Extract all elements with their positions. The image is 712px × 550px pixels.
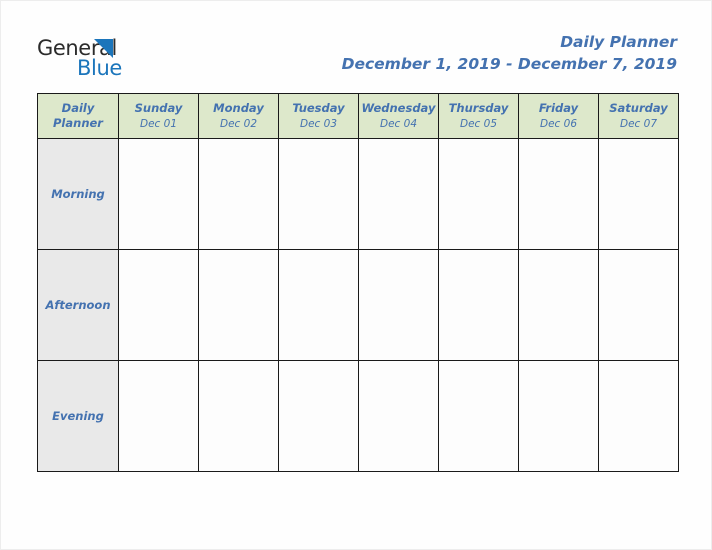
header-day-name: Friday [538,101,579,115]
row-label-evening: Evening [37,360,119,472]
row-label-text: Evening [52,409,104,423]
slot-afternoon-friday[interactable] [518,249,599,361]
header-cell-wednesday: Wednesday Dec 04 [358,93,439,139]
page-title: Daily Planner [560,33,677,51]
row-label-text: Afternoon [45,298,111,312]
daily-planner-table: Daily Planner Sunday Dec 01 Monday Dec 0… [37,93,679,472]
slot-afternoon-tuesday[interactable] [278,249,359,361]
slot-morning-saturday[interactable] [598,138,679,250]
row-label-morning: Morning [37,138,119,250]
date-range-label: December 1, 2019 - December 7, 2019 [341,55,677,73]
header-day-date: Dec 04 [379,118,418,130]
header-cell-thursday: Thursday Dec 05 [438,93,519,139]
slot-morning-thursday[interactable] [438,138,519,250]
header-cell-friday: Friday Dec 06 [518,93,599,139]
corner-label-line1: Daily [61,101,95,115]
header-day-date: Dec 01 [139,118,178,130]
header-day-date: Dec 06 [539,118,578,130]
table-body: Morning Afternoon Evening [37,138,679,472]
page-header: General Blue Daily Planner December 1, 2… [1,1,712,93]
header-corner-cell: Daily Planner [37,93,119,139]
header-day-date: Dec 07 [619,118,658,130]
slot-afternoon-monday[interactable] [198,249,279,361]
slot-evening-thursday[interactable] [438,360,519,472]
table-row-evening: Evening [37,360,679,472]
slot-evening-saturday[interactable] [598,360,679,472]
table-row-morning: Morning [37,138,679,250]
header-day-name: Monday [213,101,264,115]
header-day-name: Tuesday [292,101,345,115]
slot-afternoon-saturday[interactable] [598,249,679,361]
header-cell-tuesday: Tuesday Dec 03 [278,93,359,139]
slot-afternoon-sunday[interactable] [118,249,199,361]
slot-afternoon-wednesday[interactable] [358,249,439,361]
logo-text-blue: Blue [77,56,122,80]
title-block: Daily Planner December 1, 2019 - Decembe… [342,32,677,75]
header-day-date: Dec 02 [219,118,258,130]
slot-morning-wednesday[interactable] [358,138,439,250]
header-day-name: Thursday [448,101,509,115]
header-cell-monday: Monday Dec 02 [198,93,279,139]
header-day-date: Dec 03 [299,118,338,130]
slot-evening-monday[interactable] [198,360,279,472]
header-day-name: Sunday [134,101,183,115]
row-label-afternoon: Afternoon [37,249,119,361]
table-row-afternoon: Afternoon [37,249,679,361]
slot-evening-tuesday[interactable] [278,360,359,472]
planner-page: General Blue Daily Planner December 1, 2… [0,0,712,550]
header-day-name: Wednesday [361,101,436,115]
header-cell-saturday: Saturday Dec 07 [598,93,679,139]
slot-evening-friday[interactable] [518,360,599,472]
header-day-name: Saturday [609,101,668,115]
slot-morning-sunday[interactable] [118,138,199,250]
table-header: Daily Planner Sunday Dec 01 Monday Dec 0… [37,93,679,139]
corner-label-line2: Planner [53,116,103,130]
slot-evening-wednesday[interactable] [358,360,439,472]
general-blue-logo[interactable]: General Blue [37,37,227,83]
slot-morning-tuesday[interactable] [278,138,359,250]
slot-morning-friday[interactable] [518,138,599,250]
table-header-row: Daily Planner Sunday Dec 01 Monday Dec 0… [37,93,679,139]
row-label-text: Morning [51,187,105,201]
slot-evening-sunday[interactable] [118,360,199,472]
slot-afternoon-thursday[interactable] [438,249,519,361]
header-cell-sunday: Sunday Dec 01 [118,93,199,139]
header-day-date: Dec 05 [459,118,498,130]
slot-morning-monday[interactable] [198,138,279,250]
